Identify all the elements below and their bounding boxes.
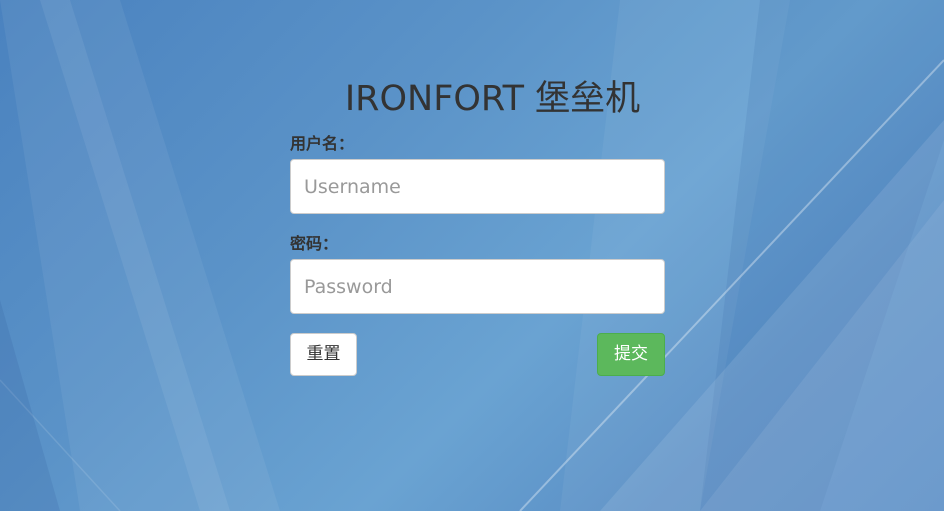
submit-button[interactable]: 提交 <box>597 333 665 376</box>
password-label: 密码： <box>290 234 339 253</box>
username-input[interactable] <box>290 159 665 214</box>
button-row: 重置 提交 <box>290 333 665 376</box>
reset-button[interactable]: 重置 <box>290 333 357 376</box>
password-input[interactable] <box>290 259 665 314</box>
username-label: 用户名： <box>290 134 355 153</box>
login-form: IRONFORT 堡垒机 用户名： 密码： 重置 提交 <box>290 76 665 376</box>
page-title: IRONFORT 堡垒机 <box>344 79 641 119</box>
